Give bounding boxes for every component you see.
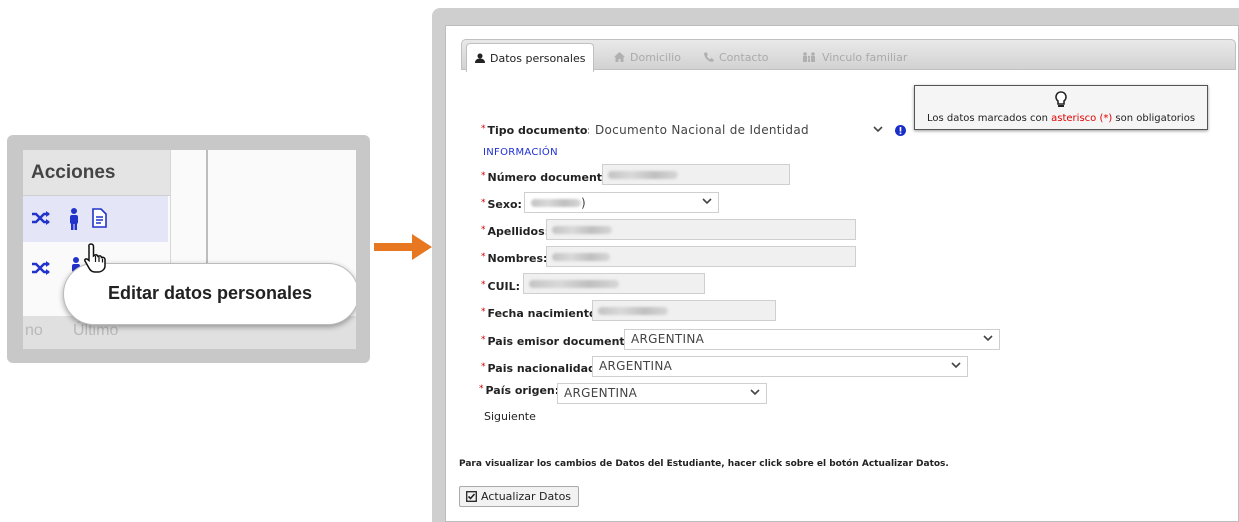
required-asterisk: * — [481, 252, 486, 262]
apellidos-label: * Apellidos: — [481, 225, 549, 238]
tab-contacto[interactable]: Contacto — [696, 43, 777, 71]
tooltip-text: Editar datos personales — [108, 283, 313, 303]
label-text: Fecha nacimiento: — [487, 307, 601, 320]
personal-data-panel: Datos personales Domicilio Contacto Vinc… — [445, 25, 1239, 522]
redacted-value — [531, 199, 581, 207]
label-text: Tipo documento: — [487, 124, 592, 137]
shuffle-icon[interactable] — [31, 260, 51, 276]
label-text: Número documento: — [487, 171, 615, 184]
fecha-nacimiento-label: * Fecha nacimiento: — [481, 307, 601, 320]
pais-emisor-select[interactable]: ARGENTINA — [624, 329, 1000, 350]
pais-nacionalidad-select[interactable]: ARGENTINA — [592, 356, 968, 377]
required-asterisk: * — [481, 280, 486, 290]
label-text: País origen: — [485, 384, 560, 397]
required-asterisk: * — [481, 225, 486, 235]
label-text: Apellidos: — [487, 225, 550, 238]
home-icon — [614, 52, 625, 62]
info-circle-icon[interactable] — [895, 125, 906, 136]
required-asterisk: * — [481, 171, 486, 181]
required-asterisk: * — [481, 335, 486, 345]
required-asterisk: * — [481, 362, 486, 372]
acciones-header-label: Acciones — [31, 162, 116, 183]
update-note: Para visualizar los cambios de Datos del… — [459, 459, 949, 469]
redacted-value — [529, 280, 619, 288]
sexo-select[interactable]: ) — [524, 192, 719, 213]
note-prefix: Los datos marcados con — [926, 113, 1052, 124]
pais-origen-label: * País origen: — [479, 384, 559, 397]
label-text: CUIL: — [487, 280, 521, 293]
note-suffix: son obligatorios — [1112, 113, 1196, 124]
chevron-down-icon — [951, 362, 961, 369]
button-label: Actualizar Datos — [481, 490, 572, 503]
apellidos-input[interactable] — [546, 219, 856, 240]
zoom-inner: Acciones no Último Editar datos personal… — [23, 150, 356, 349]
required-fields-note: Los datos marcados con asterisco (*) son… — [914, 85, 1208, 130]
numero-documento-label: * Número documento: — [481, 171, 614, 184]
tab-label: Vinculo familiar — [822, 50, 908, 64]
cuil-label: * CUIL: — [481, 280, 520, 293]
chevron-down-icon — [983, 335, 993, 342]
fecha-nacimiento-input[interactable] — [592, 300, 776, 321]
tab-vinculo-familiar[interactable]: Vinculo familiar — [793, 43, 915, 71]
pais-nacionalidad-label: * Pais nacionalidad: — [481, 362, 600, 375]
required-asterisk: * — [481, 124, 486, 134]
label-text: Sexo: — [487, 198, 522, 211]
select-value: ARGENTINA — [631, 332, 705, 346]
person-edit-icon[interactable] — [67, 207, 81, 231]
label-text: Pais emisor documento: — [487, 335, 637, 348]
tipo-documento-label: * Tipo documento: — [481, 124, 592, 137]
arrow-right-icon — [374, 234, 432, 260]
tab-label: Domicilio — [630, 50, 681, 64]
select-value: ARGENTINA — [564, 386, 638, 400]
check-square-icon — [466, 491, 477, 502]
strip-left-text: no — [25, 322, 43, 339]
informacion-link[interactable]: INFORMACIÓN — [483, 147, 558, 158]
acciones-header: Acciones — [23, 150, 170, 196]
cuil-input[interactable] — [523, 273, 705, 294]
required-asterisk: * — [481, 198, 486, 208]
family-icon — [803, 52, 815, 62]
shuffle-icon[interactable] — [31, 210, 51, 226]
chevron-down-icon — [873, 126, 883, 133]
nombres-input[interactable] — [546, 246, 856, 267]
redacted-value — [608, 171, 678, 179]
document-icon[interactable] — [91, 208, 107, 228]
lightbulb-icon — [1055, 91, 1067, 107]
required-asterisk: * — [481, 307, 486, 317]
pais-origen-select[interactable]: ARGENTINA — [557, 383, 767, 404]
tab-bar: Datos personales Domicilio Contacto Vinc… — [461, 39, 1236, 72]
note-highlight: asterisco (*) — [1051, 113, 1113, 124]
numero-documento-input[interactable] — [602, 164, 790, 185]
chevron-down-icon — [750, 389, 760, 396]
hand-cursor-icon — [84, 243, 106, 273]
user-icon — [475, 53, 485, 63]
label-text: Pais nacionalidad: — [487, 362, 601, 375]
tab-domicilio[interactable]: Domicilio — [606, 43, 689, 71]
tipo-documento-select[interactable]: Documento Nacional de Identidad — [589, 121, 889, 142]
tab-datos-personales[interactable]: Datos personales — [466, 43, 595, 72]
phone-icon — [704, 52, 714, 62]
redacted-value — [552, 226, 612, 234]
siguiente-link[interactable]: Siguiente — [484, 410, 536, 423]
select-value: ) — [581, 196, 586, 210]
redacted-value — [598, 307, 668, 315]
required-fields-text: Los datos marcados con asterisco (*) son… — [915, 113, 1207, 124]
nombres-label: * Nombres: — [481, 252, 547, 265]
select-value: ARGENTINA — [599, 359, 673, 373]
actualizar-datos-button[interactable]: Actualizar Datos — [459, 486, 579, 507]
redacted-value — [552, 253, 610, 261]
tab-label: Contacto — [719, 50, 769, 64]
select-value: Documento Nacional de Identidad — [595, 123, 809, 137]
chevron-down-icon — [702, 198, 712, 205]
pais-emisor-label: * Pais emisor documento: — [481, 335, 637, 348]
tab-label: Datos personales — [490, 51, 586, 65]
sexo-label: * Sexo: — [481, 198, 522, 211]
zoom-callout: Acciones no Último Editar datos personal… — [7, 135, 370, 363]
label-text: Nombres: — [487, 252, 548, 265]
required-asterisk: * — [479, 384, 484, 394]
